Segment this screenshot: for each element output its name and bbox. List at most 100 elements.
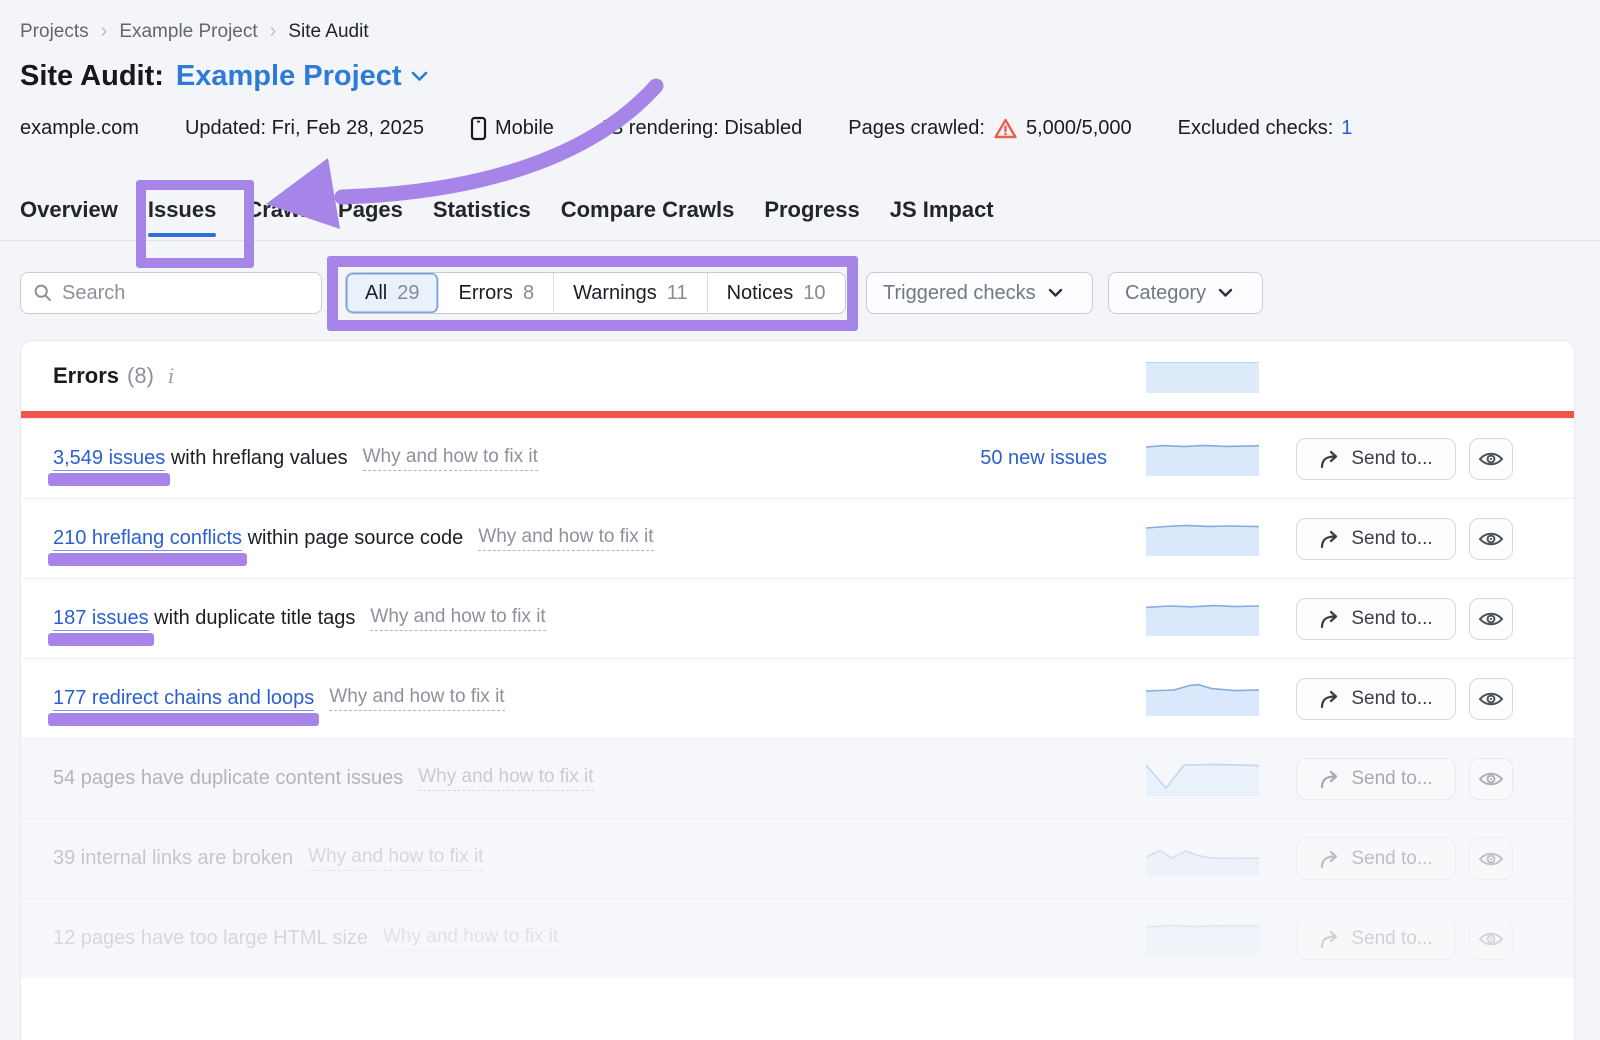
send-arrow-icon <box>1319 610 1341 629</box>
annotation-underline-marker <box>48 633 154 646</box>
breadcrumb-site-audit: Site Audit <box>288 21 368 43</box>
segment-warnings-count: 11 <box>667 282 688 305</box>
project-selector[interactable]: Example Project <box>176 60 428 93</box>
issue-suffix: within page source code <box>242 527 463 549</box>
issue-link-text: 12 pages have too large HTML size <box>53 927 368 949</box>
send-to-button[interactable]: Send to... <box>1296 598 1456 640</box>
why-how-to-fix-link[interactable]: Why and how to fix it <box>370 606 545 631</box>
issue-suffix: with duplicate title tags <box>149 607 356 629</box>
eye-icon <box>1478 850 1504 868</box>
eye-icon <box>1478 770 1504 788</box>
send-arrow-icon <box>1319 530 1341 549</box>
send-to-label: Send to... <box>1351 688 1432 710</box>
send-to-button[interactable]: Send to... <box>1296 438 1456 480</box>
send-to-button[interactable]: Send to... <box>1296 838 1456 880</box>
trend-sparkline <box>1146 922 1259 956</box>
hide-issue-button[interactable] <box>1469 678 1513 720</box>
eye-icon <box>1478 930 1504 948</box>
errors-section-header: Errors (8) i <box>21 341 1574 411</box>
issue-row: 12 pages have too large HTML size Why an… <box>21 898 1574 978</box>
trend-sparkline <box>1146 442 1259 476</box>
tab-js-impact[interactable]: JS Impact <box>890 197 994 237</box>
hide-issue-button[interactable] <box>1469 598 1513 640</box>
breadcrumb-example-project[interactable]: Example Project <box>119 21 257 43</box>
segment-all-count: 29 <box>397 282 419 305</box>
category-dropdown[interactable]: Category <box>1108 272 1263 314</box>
hide-issue-button[interactable] <box>1469 518 1513 560</box>
new-issues-link[interactable]: 50 new issues <box>980 447 1107 470</box>
chevron-down-icon <box>1218 288 1233 298</box>
tab-progress[interactable]: Progress <box>764 197 859 237</box>
hide-issue-button[interactable] <box>1469 438 1513 480</box>
tab-crawled-pages[interactable]: Crawled Pages <box>246 197 403 237</box>
tab-issues[interactable]: Issues <box>148 197 217 237</box>
eye-icon <box>1478 690 1504 708</box>
search-input[interactable] <box>62 282 309 305</box>
segment-errors-label: Errors <box>458 282 512 305</box>
send-to-label: Send to... <box>1351 608 1432 630</box>
project-name: Example Project <box>176 60 402 93</box>
send-arrow-icon <box>1319 450 1341 469</box>
excluded-checks-link[interactable]: 1 <box>1341 117 1352 140</box>
hide-issue-button[interactable] <box>1469 758 1513 800</box>
trend-sparkline <box>1146 842 1259 876</box>
chevron-down-icon <box>1048 288 1063 298</box>
annotation-underline-marker <box>48 713 319 726</box>
trend-sparkline <box>1146 682 1259 716</box>
why-how-to-fix-link[interactable]: Why and how to fix it <box>478 526 653 551</box>
segment-all[interactable]: All 29 <box>346 273 439 313</box>
tab-overview[interactable]: Overview <box>20 197 118 237</box>
send-to-button[interactable]: Send to... <box>1296 918 1456 960</box>
info-icon[interactable]: i <box>168 364 174 388</box>
trend-sparkline <box>1146 522 1259 556</box>
errors-severity-bar <box>21 411 1574 418</box>
segment-warnings[interactable]: Warnings 11 <box>554 273 708 313</box>
send-to-button[interactable]: Send to... <box>1296 518 1456 560</box>
eye-icon <box>1478 610 1504 628</box>
trend-sparkline <box>1146 602 1259 636</box>
eye-icon <box>1478 450 1504 468</box>
issue-link[interactable]: 3,549 issues <box>53 447 165 471</box>
why-how-to-fix-link[interactable]: Why and how to fix it <box>329 686 504 711</box>
issue-row: 177 redirect chains and loops Why and ho… <box>21 658 1574 738</box>
issue-link[interactable]: 12 pages have too large HTML size <box>53 927 368 950</box>
errors-section-count: (8) <box>127 363 154 389</box>
send-to-label: Send to... <box>1351 928 1432 950</box>
audit-meta-bar: example.com Updated: Fri, Feb 28, 2025 M… <box>20 116 1386 141</box>
hide-issue-button[interactable] <box>1469 838 1513 880</box>
errors-card: Errors (8) i 3,549 issues with hreflang … <box>20 340 1575 1040</box>
why-how-to-fix-link[interactable]: Why and how to fix it <box>363 446 538 471</box>
main-tabs: Overview Issues Crawled Pages Statistics… <box>20 197 994 237</box>
send-to-button[interactable]: Send to... <box>1296 758 1456 800</box>
category-label: Category <box>1125 282 1206 305</box>
breadcrumb-projects[interactable]: Projects <box>20 21 89 43</box>
device-label: Mobile <box>495 117 554 140</box>
issue-link[interactable]: 210 hreflang conflicts <box>53 527 242 551</box>
issue-link[interactable]: 39 internal links are broken <box>53 847 293 870</box>
mobile-phone-icon <box>470 116 487 141</box>
issue-link[interactable]: 177 redirect chains and loops <box>53 687 314 711</box>
issue-row: 210 hreflang conflicts within page sourc… <box>21 498 1574 578</box>
why-how-to-fix-link[interactable]: Why and how to fix it <box>383 926 558 951</box>
segment-notices[interactable]: Notices 10 <box>708 273 845 313</box>
issue-link[interactable]: 187 issues <box>53 607 149 631</box>
send-to-label: Send to... <box>1351 768 1432 790</box>
chevron-down-icon <box>411 71 428 82</box>
breadcrumb-separator-icon: › <box>268 20 279 43</box>
issue-link-text: 3,549 issues <box>53 447 165 469</box>
send-to-label: Send to... <box>1351 848 1432 870</box>
issue-link-text: 177 redirect chains and loops <box>53 687 314 709</box>
why-how-to-fix-link[interactable]: Why and how to fix it <box>308 846 483 871</box>
tab-statistics[interactable]: Statistics <box>433 197 531 237</box>
send-to-label: Send to... <box>1351 528 1432 550</box>
send-to-button[interactable]: Send to... <box>1296 678 1456 720</box>
hide-issue-button[interactable] <box>1469 918 1513 960</box>
tab-compare-crawls[interactable]: Compare Crawls <box>561 197 735 237</box>
segment-errors[interactable]: Errors 8 <box>439 273 554 313</box>
issue-suffix: with hreflang values <box>165 447 347 469</box>
issue-link[interactable]: 54 pages have duplicate content issues <box>53 767 403 790</box>
trend-column-header <box>1146 362 1259 393</box>
why-how-to-fix-link[interactable]: Why and how to fix it <box>418 766 593 791</box>
issue-row: 54 pages have duplicate content issues W… <box>21 738 1574 818</box>
triggered-checks-dropdown[interactable]: Triggered checks <box>866 272 1093 314</box>
